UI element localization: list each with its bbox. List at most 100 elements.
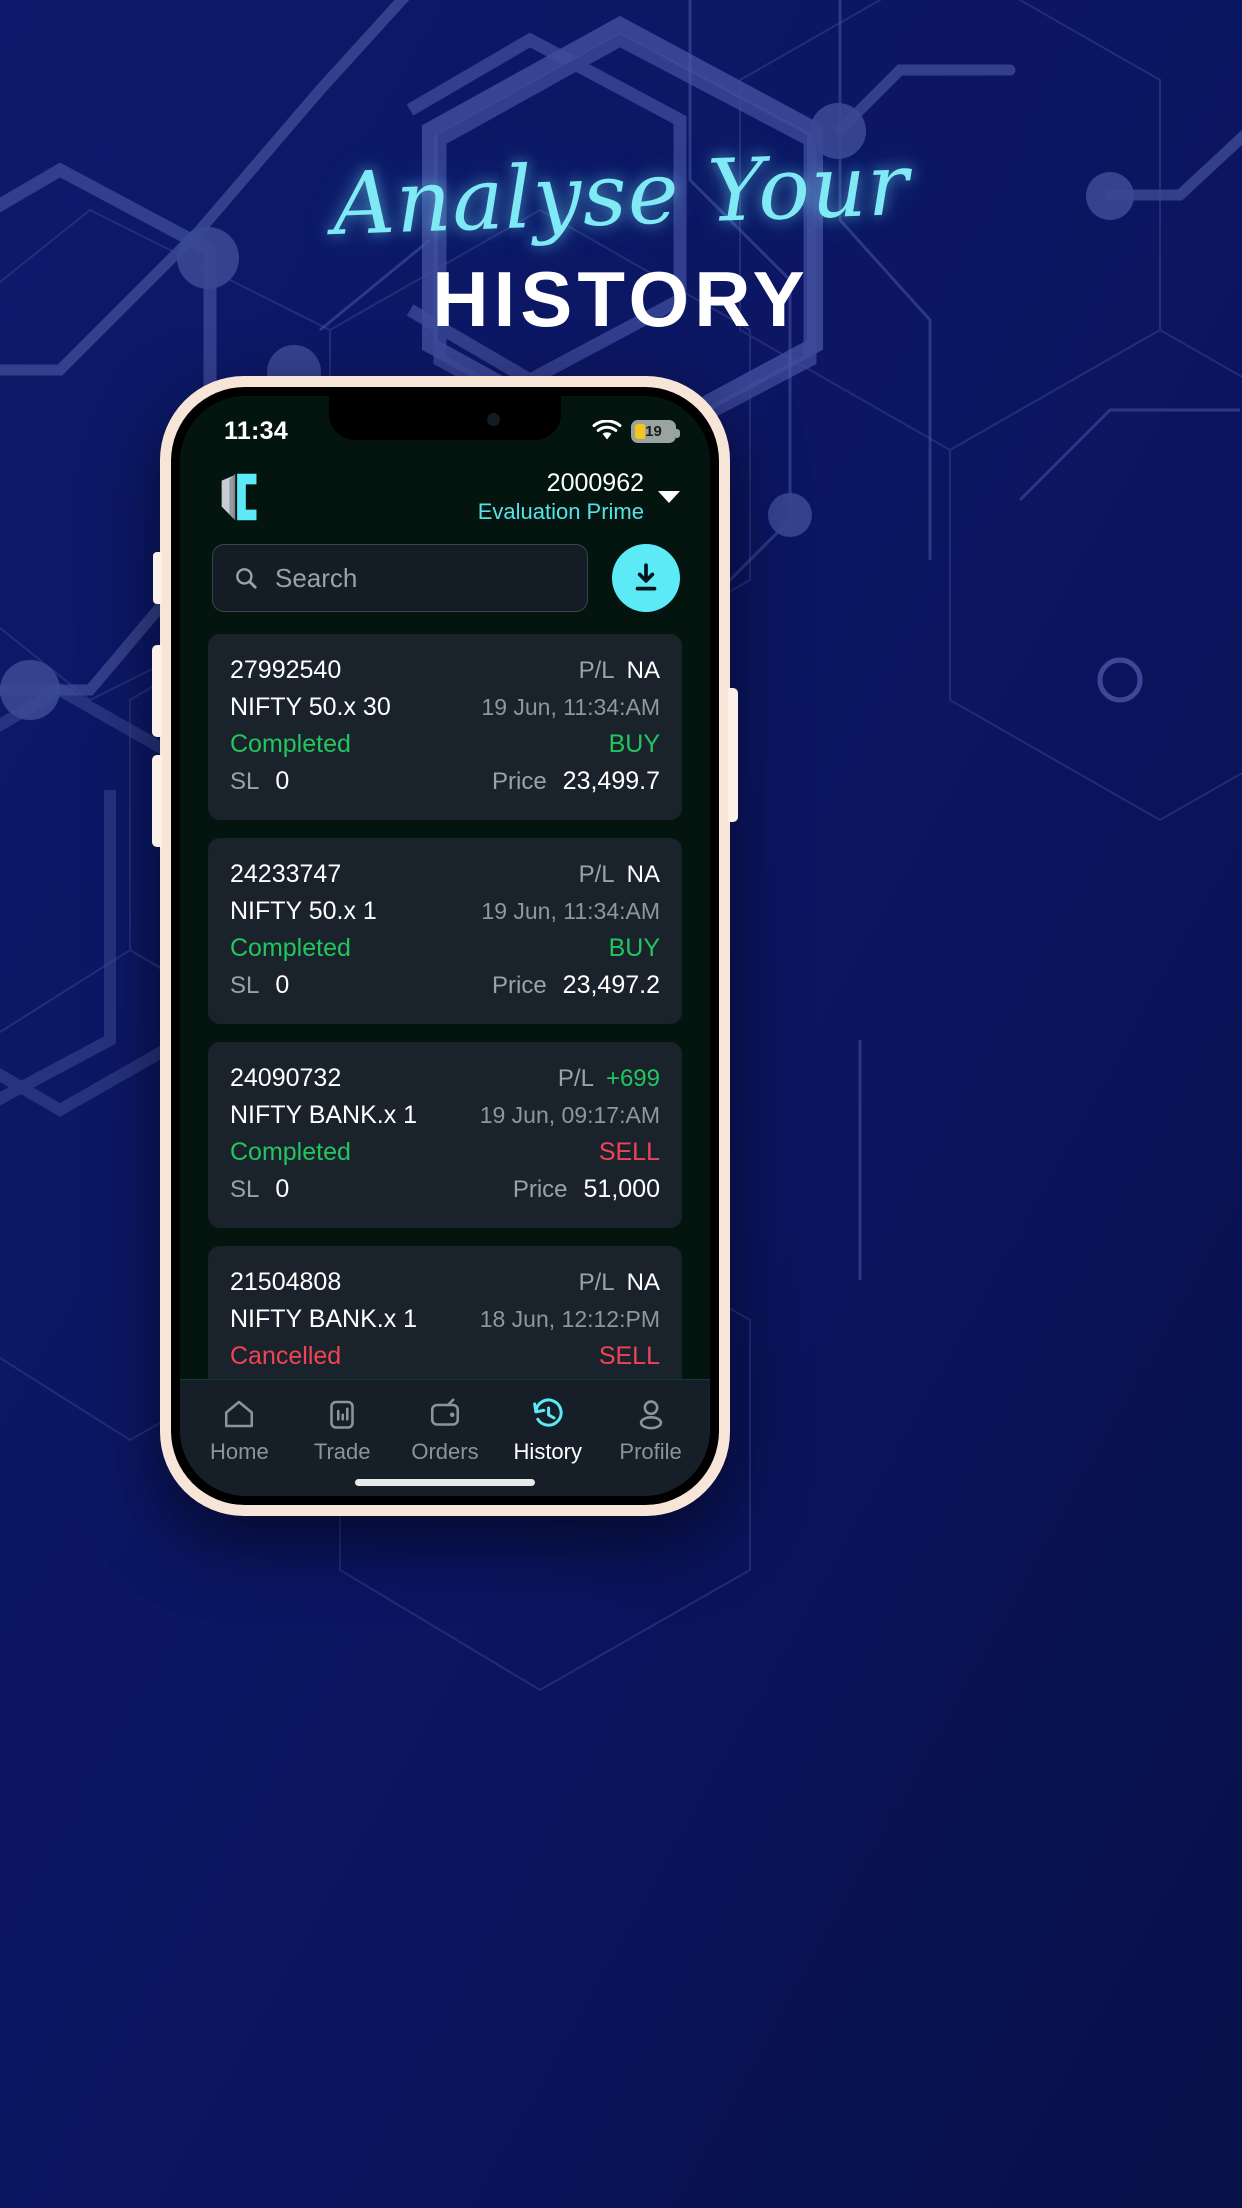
- download-button[interactable]: [612, 544, 680, 612]
- order-row-symbol: NIFTY 50.x 1 19 Jun, 11:34:AM: [230, 893, 660, 930]
- order-price: Price 51,000: [513, 1175, 660, 1204]
- table-row[interactable]: 24233747 P/L NA NIFTY 50.x 1 19 Jun, 11:…: [208, 838, 682, 1024]
- order-pl: P/L NA: [579, 657, 660, 685]
- home-icon: [225, 1400, 254, 1428]
- phone-bezel: 11:34 19 2000962 Evaluation Prime Search…: [171, 387, 719, 1505]
- phone-power-button[interactable]: [728, 688, 738, 822]
- status-bar-time: 11:34: [224, 416, 289, 445]
- order-timestamp: 18 Jun, 12:12:PM: [479, 1306, 660, 1332]
- sl-label: SL: [230, 1176, 260, 1203]
- phone-screen: 11:34 19 2000962 Evaluation Prime Search…: [180, 396, 710, 1496]
- chevron-down-icon[interactable]: [658, 490, 680, 503]
- order-timestamp: 19 Jun, 11:34:AM: [481, 898, 660, 924]
- account-selector[interactable]: 2000962 Evaluation Prime: [478, 468, 680, 525]
- order-row-top: 24090732 P/L +699: [230, 1060, 660, 1097]
- nav-label-profile: Profile: [619, 1439, 682, 1464]
- home-indicator[interactable]: [355, 1479, 535, 1486]
- uc-logo-icon: [221, 473, 257, 521]
- phone-volume-up-button[interactable]: [152, 645, 162, 737]
- table-row[interactable]: 21504808 P/L NA NIFTY BANK.x 1 18 Jun, 1…: [208, 1246, 682, 1379]
- order-row-symbol: NIFTY 50.x 30 19 Jun, 11:34:AM: [230, 689, 660, 726]
- price-label: Price: [491, 972, 547, 999]
- status-badge: Completed: [230, 730, 351, 758]
- status-badge: Completed: [230, 1138, 351, 1166]
- order-price: Price 23,497.2: [492, 971, 660, 1000]
- pl-value: NA: [626, 1269, 660, 1296]
- status-badge: Cancelled: [230, 1342, 342, 1370]
- order-row-status: Completed BUY: [230, 930, 660, 967]
- sl-value: 0: [275, 971, 290, 999]
- sl-label: SL: [230, 972, 260, 999]
- order-row-top: 24233747 P/L NA: [230, 856, 660, 893]
- order-row-symbol: NIFTY BANK.x 1 19 Jun, 09:17:AM: [230, 1097, 660, 1134]
- pl-label: P/L: [557, 1065, 594, 1092]
- nav-label-trade: Trade: [313, 1439, 371, 1464]
- person-icon: [639, 1400, 662, 1430]
- order-pl: P/L +699: [558, 1065, 660, 1093]
- price-value: 23,499.7: [562, 767, 660, 795]
- order-id: 27992540: [230, 656, 342, 684]
- order-sl: SL 0: [230, 767, 289, 796]
- nav-label-orders: Orders: [411, 1439, 479, 1464]
- order-side: SELL: [598, 1138, 660, 1166]
- pl-label: P/L: [578, 1269, 615, 1296]
- order-row-top: 27992540 P/L NA: [230, 652, 660, 689]
- price-value: 23,497.2: [562, 971, 660, 999]
- order-pl: P/L NA: [579, 861, 660, 889]
- clock-rewind-icon: [532, 1398, 563, 1427]
- order-row-status: Cancelled SELL: [230, 1338, 660, 1375]
- battery-level-text: 19: [645, 422, 662, 440]
- download-icon: [635, 563, 657, 591]
- phone-silence-switch[interactable]: [153, 552, 162, 604]
- nav-item-orders[interactable]: Orders: [397, 1396, 493, 1465]
- order-timestamp: 19 Jun, 09:17:AM: [479, 1102, 660, 1128]
- nav-item-home[interactable]: Home: [191, 1396, 287, 1465]
- search-icon: [236, 568, 257, 589]
- nav-item-history[interactable]: History: [500, 1396, 596, 1465]
- phone-volume-down-button[interactable]: [152, 755, 162, 847]
- order-pl: P/L NA: [579, 1269, 660, 1297]
- account-info: 2000962 Evaluation Prime: [478, 468, 644, 525]
- order-row-symbol: NIFTY BANK.x 1 18 Jun, 12:12:PM: [230, 1301, 660, 1338]
- wallet-icon: [430, 1398, 460, 1426]
- order-row-status: Completed BUY: [230, 726, 660, 763]
- bar-chart-icon: [330, 1400, 354, 1429]
- front-camera-icon: [487, 413, 500, 426]
- pl-label: P/L: [578, 657, 615, 684]
- order-symbol: NIFTY BANK.x 1: [230, 1101, 418, 1129]
- status-badge: Completed: [230, 934, 351, 962]
- pl-label: P/L: [578, 861, 615, 888]
- order-timestamp: 19 Jun, 11:34:AM: [481, 694, 660, 720]
- price-value: 51,000: [583, 1175, 660, 1203]
- order-side: BUY: [608, 730, 660, 758]
- bottom-navigation: Home Trade Orders History Profile: [180, 1379, 710, 1496]
- sl-value: 0: [275, 767, 290, 795]
- order-id: 21504808: [230, 1268, 342, 1296]
- price-label: Price: [491, 768, 547, 795]
- order-row-sl-price: SL 0 Price 51,000: [230, 1171, 660, 1208]
- order-id: 24233747: [230, 860, 342, 888]
- nav-item-trade[interactable]: Trade: [294, 1396, 390, 1465]
- nav-item-profile[interactable]: Profile: [603, 1396, 699, 1465]
- table-row[interactable]: 27992540 P/L NA NIFTY 50.x 30 19 Jun, 11…: [208, 634, 682, 820]
- order-history-list[interactable]: 27992540 P/L NA NIFTY 50.x 30 19 Jun, 11…: [180, 634, 710, 1379]
- wifi-icon: [592, 420, 622, 440]
- battery-indicator: 19: [631, 419, 680, 443]
- order-symbol: NIFTY 50.x 30: [230, 693, 391, 721]
- order-side: BUY: [608, 934, 660, 962]
- search-placeholder: Search: [275, 562, 358, 593]
- price-label: Price: [512, 1176, 568, 1203]
- order-sl: SL 0: [230, 971, 289, 1000]
- sl-label: SL: [230, 768, 260, 795]
- order-symbol: NIFTY BANK.x 1: [230, 1305, 418, 1333]
- phone-mockup: 11:34 19 2000962 Evaluation Prime Search…: [160, 376, 730, 1516]
- pl-value: +699: [605, 1065, 660, 1092]
- app-header: 2000962 Evaluation Prime: [180, 454, 710, 536]
- phone-notch: [329, 396, 561, 440]
- order-row-sl-price: SL 0 Price 23,497.2: [230, 967, 660, 1004]
- order-row-sl-price: SL 0 Price 23,499.7: [230, 763, 660, 800]
- search-input[interactable]: Search: [212, 544, 588, 612]
- table-row[interactable]: 24090732 P/L +699 NIFTY BANK.x 1 19 Jun,…: [208, 1042, 682, 1228]
- order-row-status: Completed SELL: [230, 1134, 660, 1171]
- promo-headline: Analyse Your HISTORY: [0, 135, 1242, 345]
